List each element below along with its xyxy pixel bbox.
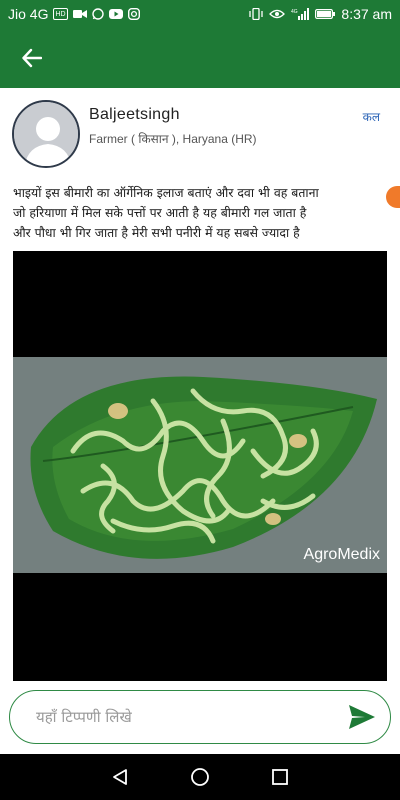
whatsapp-icon xyxy=(91,8,104,20)
avatar[interactable] xyxy=(12,100,80,168)
leaf-disease-photo xyxy=(13,251,387,681)
floating-record-badge[interactable] xyxy=(386,186,400,208)
hd-voice-icon: HD xyxy=(53,8,68,20)
back-triangle-icon xyxy=(113,769,127,785)
recents-square-icon xyxy=(272,769,288,785)
post-text: भाइयों इस बीमारी का ऑर्गेनिक इलाज बताएं … xyxy=(13,183,385,243)
nav-recents-button[interactable] xyxy=(268,765,292,789)
youtube-icon xyxy=(108,8,123,20)
nav-home-button[interactable] xyxy=(188,765,212,789)
post-text-line: भाइयों इस बीमारी का ऑर्गेनिक इलाज बताएं … xyxy=(13,185,319,200)
comment-box xyxy=(9,690,391,744)
post-time: कल xyxy=(362,110,380,124)
battery-icon xyxy=(315,8,336,20)
signal-icon: 4G xyxy=(291,8,310,20)
comment-input[interactable] xyxy=(36,708,326,726)
svg-text:4G: 4G xyxy=(291,9,298,15)
carrier-label: Jio 4G xyxy=(8,6,49,22)
status-right: 4G 8:37 am xyxy=(249,6,392,22)
home-circle-icon xyxy=(191,768,209,786)
send-button[interactable] xyxy=(348,704,376,730)
instagram-icon xyxy=(127,8,140,20)
system-nav-bar xyxy=(0,754,400,800)
post-text-line: और पौधा भी गिर जाता है मेरी सभी पनीरी मे… xyxy=(13,225,300,240)
send-icon xyxy=(349,705,375,729)
app-bar xyxy=(0,28,400,88)
post-image[interactable]: AgroMedix xyxy=(13,251,387,681)
post-text-line: जो हरियाणा में मिल सके पत्तों पर आती है … xyxy=(13,205,307,220)
eye-comfort-icon xyxy=(269,8,286,20)
back-button[interactable] xyxy=(18,44,46,72)
status-left: Jio 4G HD xyxy=(8,6,140,22)
user-meta: Farmer ( किसान ), Haryana (HR) xyxy=(89,132,257,146)
user-name[interactable]: Baljeetsingh xyxy=(89,106,180,124)
video-icon xyxy=(72,8,87,20)
nav-back-button[interactable] xyxy=(108,765,132,789)
default-user-icon xyxy=(14,102,78,166)
image-watermark: AgroMedix xyxy=(303,546,380,563)
arrow-left-icon xyxy=(22,48,42,68)
status-bar: Jio 4G HD 4G 8:37 am xyxy=(0,0,400,28)
post-header: Baljeetsingh Farmer ( किसान ), Haryana (… xyxy=(0,96,400,176)
vibrate-icon xyxy=(249,8,264,20)
clock-label: 8:37 am xyxy=(341,6,392,22)
